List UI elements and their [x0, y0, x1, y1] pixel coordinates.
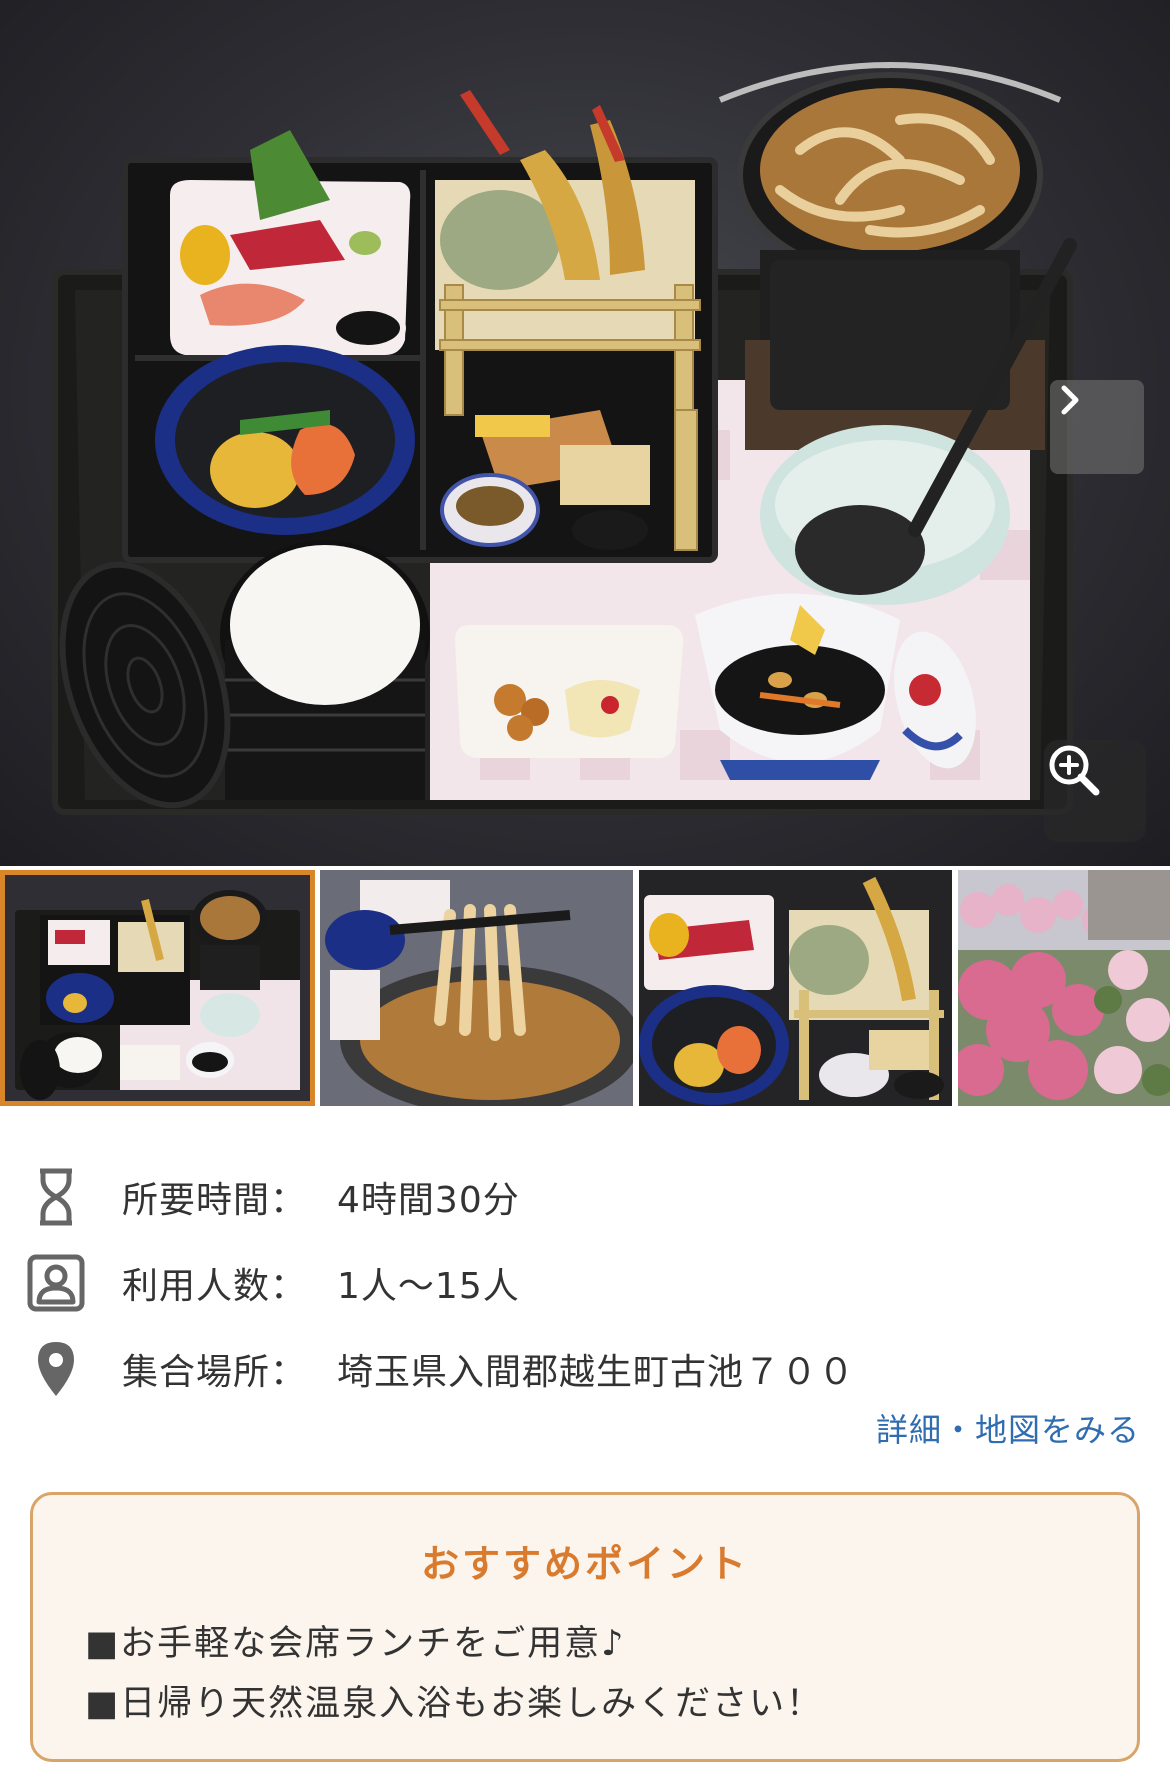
- thumbnail-2[interactable]: [320, 870, 633, 1106]
- map-pin-icon: [26, 1339, 86, 1399]
- set-meal-illustration: [52, 62, 1077, 815]
- meeting-place-value: 埼玉県入間郡越生町古池７００: [337, 1352, 856, 1393]
- people-value: 1人〜15人: [337, 1266, 520, 1307]
- thumbnail-4[interactable]: [958, 870, 1170, 1106]
- person-icon: [26, 1253, 86, 1313]
- thumb-azalea-garden-image: [958, 870, 1170, 1106]
- people-label: 利用人数：: [122, 1266, 308, 1307]
- duration-label: 所要時間：: [122, 1180, 308, 1221]
- recommend-point: ■日帰り天然温泉入浴もお楽しみください！: [85, 1684, 824, 1724]
- zoom-button[interactable]: [1044, 740, 1146, 842]
- thumb-bento-closeup-image: [639, 870, 952, 1106]
- meeting-place-label: 集合場所：: [122, 1352, 308, 1393]
- people-row: 利用人数： 1人〜15人: [26, 1248, 520, 1318]
- thumb-set-meal-image: [0, 870, 315, 1106]
- meeting-place-row: 集合場所： 埼玉県入間郡越生町古池７００: [26, 1334, 855, 1404]
- chevron-right-icon: [1061, 385, 1079, 415]
- thumb-udon-lift-image: [320, 870, 633, 1106]
- thumbnail-strip: [0, 870, 1170, 1106]
- thumbnail-3[interactable]: [639, 870, 952, 1106]
- recommend-point: ■お手軽な会席ランチをご用意♪: [85, 1624, 626, 1664]
- duration-row: 所要時間： 4時間30分: [26, 1162, 520, 1232]
- recommend-list: ■お手軽な会席ランチをご用意♪ ■日帰り天然温泉入浴もお楽しみください！: [85, 1614, 1137, 1734]
- main-food-image[interactable]: [0, 0, 1170, 866]
- duration-value: 4時間30分: [337, 1180, 520, 1221]
- map-detail-link[interactable]: 詳細・地図をみる: [876, 1405, 1140, 1451]
- recommend-box: おすすめポイント ■お手軽な会席ランチをご用意♪ ■日帰り天然温泉入浴もお楽しみ…: [30, 1492, 1140, 1762]
- next-image-button[interactable]: [1050, 380, 1144, 474]
- recommend-title: おすすめポイント: [420, 1542, 749, 1586]
- zoom-in-icon: [1049, 745, 1100, 796]
- hourglass-icon: [26, 1167, 86, 1227]
- thumbnail-1[interactable]: [0, 870, 315, 1106]
